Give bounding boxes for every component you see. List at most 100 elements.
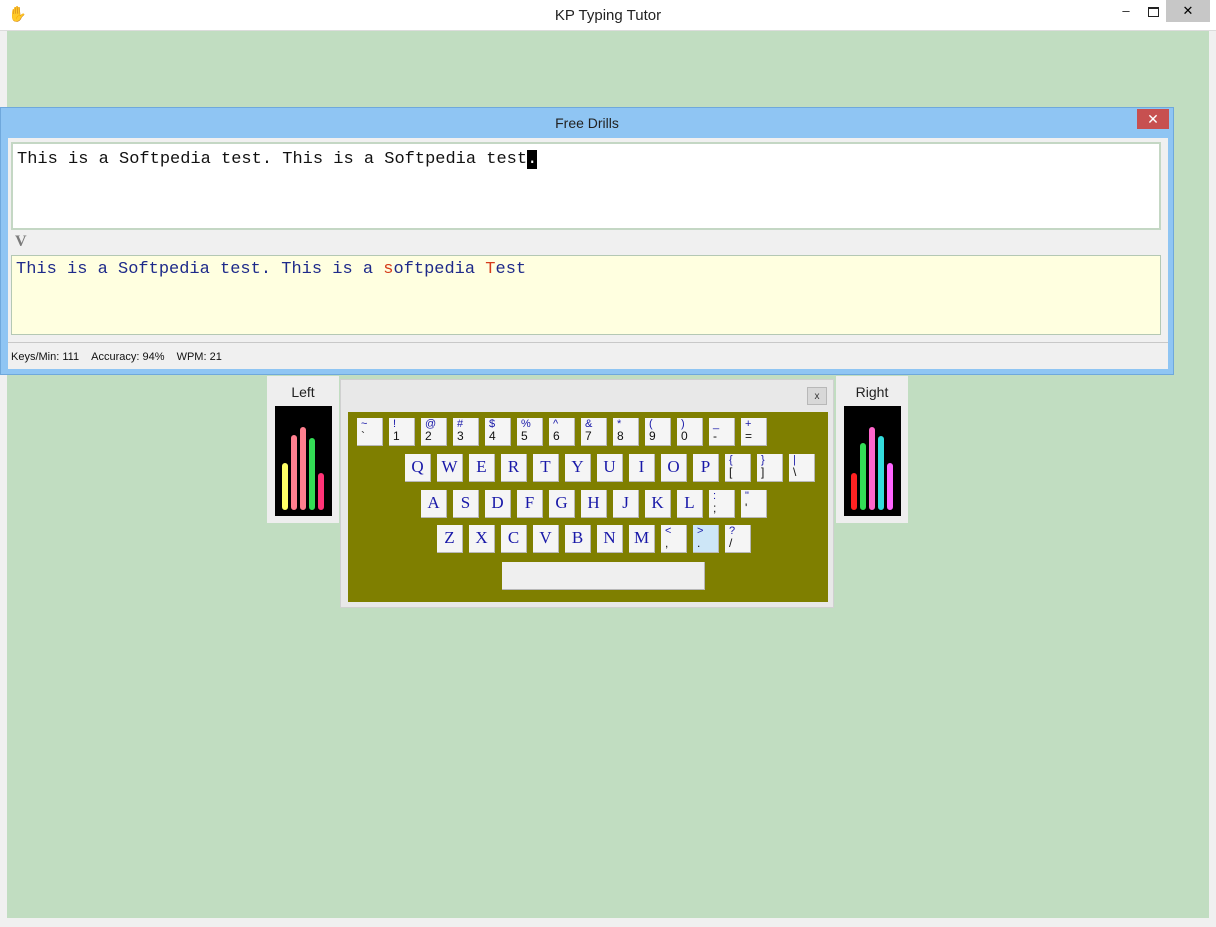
key-label: M	[633, 528, 650, 547]
left-finger-bar	[318, 473, 324, 510]
key-label: S	[460, 493, 471, 512]
key-left-bracket[interactable]: {[	[725, 454, 751, 482]
key-label: W	[441, 457, 458, 476]
key-f[interactable]: F	[517, 490, 543, 518]
key-r[interactable]: R	[501, 454, 527, 482]
key-label: N	[603, 528, 616, 547]
key-b[interactable]: B	[565, 525, 591, 553]
typed-text: This is a Softpedia test. This is a soft…	[16, 260, 526, 279]
key-t[interactable]: T	[533, 454, 559, 482]
key-label: C	[507, 528, 520, 547]
key-9[interactable]: (9	[645, 418, 671, 446]
key-v[interactable]: V	[533, 525, 559, 553]
key-base-label: 6	[553, 429, 560, 443]
key-e[interactable]: E	[469, 454, 495, 482]
right-finger-bar	[860, 443, 866, 510]
key-minus[interactable]: _ -	[709, 418, 735, 446]
key-x[interactable]: X	[469, 525, 495, 553]
key-slash[interactable]: ? /	[725, 525, 751, 553]
key-3[interactable]: #3	[453, 418, 479, 446]
wpm-stat: WPM: 21	[176, 351, 222, 363]
typed-segment: This is a Softpedia test. This is a	[16, 260, 384, 279]
key-l[interactable]: L	[677, 490, 703, 518]
key-w[interactable]: W	[437, 454, 463, 482]
key-right-bracket[interactable]: }]	[757, 454, 783, 482]
free-drills-close-button[interactable]: ✕	[1137, 109, 1169, 129]
key-m[interactable]: M	[629, 525, 655, 553]
left-hand-label: Left	[291, 384, 315, 400]
key-label: J	[622, 493, 629, 512]
key-z[interactable]: Z	[437, 525, 463, 553]
key-label: R	[507, 457, 520, 476]
free-drills-title: Free Drills	[555, 115, 619, 131]
key-4[interactable]: $4	[485, 418, 511, 446]
key-label: P	[700, 457, 711, 476]
left-finger-bar	[300, 427, 306, 510]
key-period[interactable]: >.	[693, 525, 719, 553]
key-label: G	[555, 493, 568, 512]
key-base-label: 8	[617, 429, 624, 443]
keyboard-close-button[interactable]: x	[807, 387, 827, 405]
key-c[interactable]: C	[501, 525, 527, 553]
key-8[interactable]: * 8	[613, 418, 639, 446]
key-quote[interactable]: " '	[741, 490, 767, 518]
minimize-button[interactable]: –	[1112, 0, 1140, 22]
right-finger-bars	[844, 406, 901, 516]
key-5[interactable]: % 5	[517, 418, 543, 446]
key-j[interactable]: J	[613, 490, 639, 518]
key-label: E	[476, 457, 487, 476]
typing-error: s	[383, 260, 394, 279]
key-p[interactable]: P	[693, 454, 719, 482]
key-base-label: /	[729, 536, 733, 550]
key-1[interactable]: ! 1	[389, 418, 415, 446]
key-base-label: =	[745, 429, 753, 443]
key-6[interactable]: ^ 6	[549, 418, 575, 446]
key-base-label: 4	[489, 429, 496, 443]
key-backtick[interactable]: ~ `	[357, 418, 383, 446]
key-base-label: ]	[761, 465, 765, 479]
key-g[interactable]: G	[549, 490, 575, 518]
key-d[interactable]: D	[485, 490, 511, 518]
key-label: U	[603, 457, 616, 476]
key-o[interactable]: O	[661, 454, 687, 482]
typing-error: T	[485, 260, 496, 279]
key-0[interactable]: ) 0	[677, 418, 703, 446]
right-finger-bar	[878, 436, 884, 510]
key-semicolon[interactable]: :;	[709, 490, 735, 518]
key-label: L	[684, 493, 695, 512]
key-comma[interactable]: <,	[661, 525, 687, 553]
key-label: T	[540, 457, 551, 476]
virtual-keyboard: ~ `! 1 @2 #3 $4% 5 ^ 6 & 7 * 8(9) 0 _ - + = Q W E R T Y U I O P {[}]…	[348, 412, 828, 602]
key-h[interactable]: H	[581, 490, 607, 518]
key-backslash[interactable]: | \	[789, 454, 815, 482]
right-finger-bar	[869, 427, 875, 510]
key-base-label: 2	[425, 429, 432, 443]
key-base-label: \	[793, 465, 797, 479]
key-n[interactable]: N	[597, 525, 623, 553]
maximize-button[interactable]	[1140, 0, 1166, 22]
target-text-box: This is a Softpedia test. This is a Soft…	[11, 142, 1161, 230]
key-space[interactable]	[502, 562, 705, 590]
target-text-content: This is a Softpedia test. This is a Soft…	[17, 150, 528, 169]
key-base-label: ;	[713, 501, 717, 515]
key-k[interactable]: K	[645, 490, 671, 518]
typing-input-box[interactable]: This is a Softpedia test. This is a soft…	[11, 255, 1161, 335]
key-equals[interactable]: + =	[741, 418, 767, 446]
key-label: I	[638, 457, 645, 476]
key-label: K	[651, 493, 664, 512]
key-a[interactable]: A	[421, 490, 447, 518]
key-i[interactable]: I	[629, 454, 655, 482]
key-2[interactable]: @2	[421, 418, 447, 446]
key-label: A	[427, 493, 440, 512]
key-q[interactable]: Q	[405, 454, 431, 482]
key-y[interactable]: Y	[565, 454, 591, 482]
left-finger-bar	[309, 438, 315, 510]
key-u[interactable]: U	[597, 454, 623, 482]
close-button[interactable]: ✕	[1166, 0, 1210, 22]
key-base-label: `	[361, 429, 365, 443]
key-base-label: 7	[585, 429, 592, 443]
key-s[interactable]: S	[453, 490, 479, 518]
key-base-label: 5	[521, 429, 528, 443]
current-char-cursor: .	[527, 150, 538, 169]
key-7[interactable]: & 7	[581, 418, 607, 446]
